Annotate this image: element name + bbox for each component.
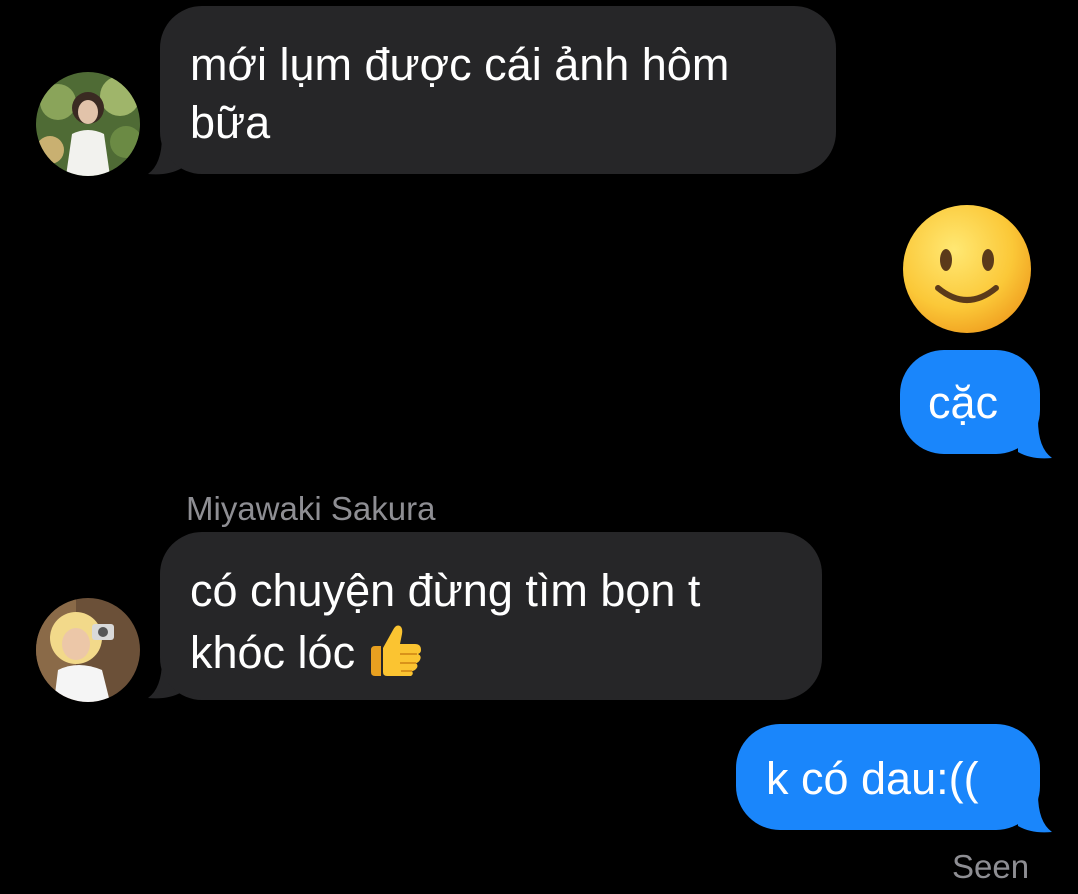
message-text: có chuyện đừng tìm bọn t khóc lóc xyxy=(190,562,800,694)
message-bubble[interactable]: mới lụm được cái ảnh hôm bữa xyxy=(160,6,836,174)
slightly-smiling-face-icon[interactable] xyxy=(900,202,1034,336)
message-text-content: có chuyện đừng tìm bọn t khóc lóc xyxy=(190,565,701,678)
message-text: mới lụm được cái ảnh hôm bữa xyxy=(190,39,730,148)
thumbs-up-icon xyxy=(365,620,425,694)
bubble-tail xyxy=(1018,794,1052,833)
bubble-tail xyxy=(1018,420,1052,459)
message-text: cặc xyxy=(928,377,999,428)
read-receipt: Seen xyxy=(952,848,1030,885)
avatar[interactable] xyxy=(36,598,140,702)
avatar[interactable] xyxy=(36,72,140,176)
sender-name: Miyawaki Sakura xyxy=(186,490,436,527)
message-bubble[interactable]: có chuyện đừng tìm bọn t khóc lóc xyxy=(160,532,822,700)
message-bubble[interactable]: k có dau:(( xyxy=(736,724,1040,830)
message-text: k có dau:(( xyxy=(766,753,979,804)
